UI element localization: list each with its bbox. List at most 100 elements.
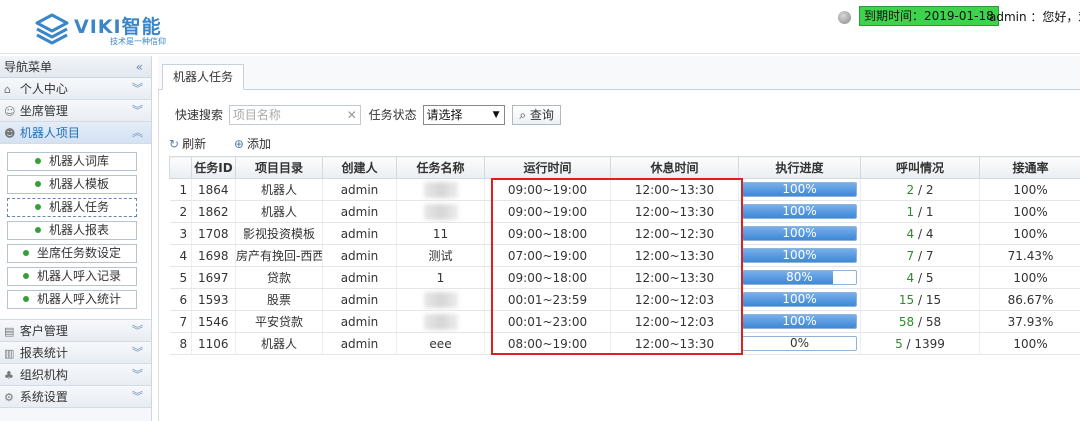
- run-time: 08:00~19:00: [484, 332, 611, 355]
- col-project-dir[interactable]: 项目目录: [235, 156, 323, 179]
- sidebar-group-report[interactable]: ▥ 报表统计 ︾: [0, 342, 151, 364]
- calls-connected: 4: [906, 226, 915, 241]
- tab-robot-task[interactable]: 机器人任务: [162, 64, 245, 90]
- sidebar-item-robot-lexicon[interactable]: 机器人词库: [7, 152, 137, 171]
- calls-cell: 4 / 5: [860, 266, 980, 289]
- sidebar-group-agent[interactable]: ☺ 坐席管理 ︾: [0, 100, 151, 122]
- table-row[interactable]: 8 1106 机器人 admin eee 08:00~19:00 12:00~13:30 0%…: [169, 332, 1080, 355]
- row-number: 1: [169, 178, 192, 201]
- redacted-task-name: [423, 291, 458, 308]
- creator: admin: [322, 222, 397, 245]
- task-status-select[interactable]: 请选择 ▼: [422, 105, 505, 125]
- sidebar-item-inbound-records[interactable]: 机器人呼入记录: [7, 267, 137, 286]
- add-button[interactable]: ⊕ 添加: [234, 137, 283, 151]
- calls-total: 4: [925, 226, 934, 241]
- progress-text: 100%: [782, 292, 817, 306]
- task-id: 1864: [191, 178, 236, 201]
- org-icon: ♣: [4, 369, 14, 382]
- refresh-button[interactable]: ↻ 刷新: [169, 137, 218, 151]
- run-time: 09:00~18:00: [484, 222, 611, 245]
- logo[interactable]: VIKI智能 技术是一种信仰: [30, 10, 240, 48]
- table-row[interactable]: 3 1708 影视投资模板 admin 11 09:00~18:00 12:00~12:30…: [169, 222, 1080, 245]
- logo-text: VIKI智能: [74, 16, 162, 38]
- report-icon: ▥: [4, 347, 15, 360]
- progress-text: 80%: [786, 270, 813, 284]
- col-calls[interactable]: 呼叫情况: [860, 156, 980, 179]
- search-icon: ⌕: [519, 108, 527, 122]
- sidebar-item-inbound-stats[interactable]: 机器人呼入统计: [7, 290, 137, 309]
- bullet-icon: [22, 250, 29, 256]
- sidebar-item-agent-task-setting[interactable]: 坐席任务数设定: [7, 244, 137, 263]
- col-task-name[interactable]: 任务名称: [396, 156, 485, 179]
- table-row[interactable]: 1 1864 机器人 admin 09:00~19:00 12:00~13:30 100% 2…: [169, 178, 1080, 201]
- connect-rate: 100%: [979, 222, 1080, 245]
- task-id: 1697: [191, 266, 236, 289]
- calls-cell: 5 / 1399: [860, 332, 980, 355]
- progress-text: 100%: [782, 248, 817, 262]
- sidebar-item-robot-report[interactable]: 机器人报表: [7, 221, 137, 240]
- sidebar-group-personal[interactable]: ⌂ 个人中心 ︾: [0, 78, 151, 100]
- progress-bar: 80%: [742, 270, 857, 285]
- creator: admin: [322, 244, 397, 267]
- rest-time: 12:00~13:30: [610, 332, 739, 355]
- col-rest-time[interactable]: 休息时间: [610, 156, 739, 179]
- table-row[interactable]: 7 1546 平安贷款 admin 00:01~23:00 12:00~12:03 100%…: [169, 310, 1080, 333]
- query-button[interactable]: ⌕ 查询: [512, 105, 561, 125]
- col-run-time[interactable]: 运行时间: [484, 156, 611, 179]
- table-row[interactable]: 2 1862 机器人 admin 09:00~19:00 12:00~13:30 100% 1…: [169, 200, 1080, 223]
- project-dir: 机器人: [235, 200, 323, 223]
- col-task-id[interactable]: 任务ID: [191, 156, 236, 179]
- rest-time: 12:00~12:03: [610, 288, 739, 311]
- task-name-cell: [396, 310, 485, 333]
- col-progress[interactable]: 执行进度: [738, 156, 861, 179]
- calls-total: 7: [925, 248, 934, 263]
- chevron-down-icon: ︾: [132, 82, 143, 95]
- row-number: 4: [169, 244, 192, 267]
- table-row[interactable]: 5 1697 贷款 admin 1 09:00~18:00 12:00~13:30 80% 4 …: [169, 266, 1080, 289]
- progress-bar: 0%: [742, 336, 857, 351]
- robot-submenu: 机器人词库 机器人模板 机器人任务 机器人报表 坐席任务数设定 机器人呼入记录 …: [0, 144, 151, 320]
- sidebar-group-robot[interactable]: ☻ 机器人项目 ︽: [0, 122, 151, 144]
- collapse-sidebar-icon[interactable]: «: [136, 56, 143, 78]
- sidebar-group-settings[interactable]: ⚙ 系统设置 ︾: [0, 386, 151, 408]
- chevron-up-icon: ︽: [132, 126, 143, 139]
- rest-time: 12:00~12:03: [610, 310, 739, 333]
- refresh-icon: ↻: [169, 137, 180, 151]
- progress-bar: 100%: [742, 204, 857, 219]
- sidebar-item-robot-task[interactable]: 机器人任务: [7, 198, 137, 217]
- tab-bar: 机器人任务: [158, 56, 1080, 90]
- user-greeting: admin ：您好，欢: [989, 10, 1080, 24]
- col-connect-rate[interactable]: 接通率: [979, 156, 1080, 179]
- sidebar-group-org[interactable]: ♣ 组织机构 ︾: [0, 364, 151, 386]
- task-table: 任务ID 项目目录 创建人 任务名称 运行时间 休息时间 执行进度 呼叫情况 接…: [169, 156, 1080, 355]
- project-name-input[interactable]: 项目名称 ✕: [228, 105, 361, 125]
- calls-cell: 2 / 2: [860, 178, 980, 201]
- project-dir: 机器人: [235, 178, 323, 201]
- home-icon: ⌂: [4, 83, 11, 96]
- row-number: 3: [169, 222, 192, 245]
- run-time: 09:00~19:00: [484, 178, 611, 201]
- progress-bar: 100%: [742, 226, 857, 241]
- creator: admin: [322, 310, 397, 333]
- task-id: 1106: [191, 332, 236, 355]
- redacted-task-name: [423, 181, 458, 198]
- redacted-task-name: [423, 203, 458, 220]
- sidebar-group-customer[interactable]: ▤ 客户管理 ︾: [0, 320, 151, 342]
- task-name: 11: [432, 226, 449, 241]
- chevron-down-icon: ︾: [132, 346, 143, 359]
- table-row[interactable]: 6 1593 股票 admin 00:01~23:59 12:00~12:03 100% 15…: [169, 288, 1080, 311]
- sidebar: 导航菜单 « ⌂ 个人中心 ︾ ☺ 坐席管理 ︾ ☻ 机器人项目 ︽ 机器人词库…: [0, 56, 152, 421]
- calls-cell: 58 / 58: [860, 310, 980, 333]
- progress-text: 0%: [789, 336, 810, 350]
- run-time: 09:00~19:00: [484, 200, 611, 223]
- connect-rate: 100%: [979, 266, 1080, 289]
- users-icon: ☻: [4, 127, 16, 140]
- progress-text: 100%: [782, 314, 817, 328]
- col-creator[interactable]: 创建人: [322, 156, 397, 179]
- creator: admin: [322, 178, 397, 201]
- quick-search-label: 快速搜索: [175, 108, 224, 122]
- task-name-cell: [396, 200, 485, 223]
- table-row[interactable]: 4 1698 房产有挽回-西西 admin 测试 07:00~19:00 12:00~13:…: [169, 244, 1080, 267]
- clear-icon[interactable]: ✕: [347, 106, 357, 124]
- sidebar-item-robot-template[interactable]: 机器人模板: [7, 175, 137, 194]
